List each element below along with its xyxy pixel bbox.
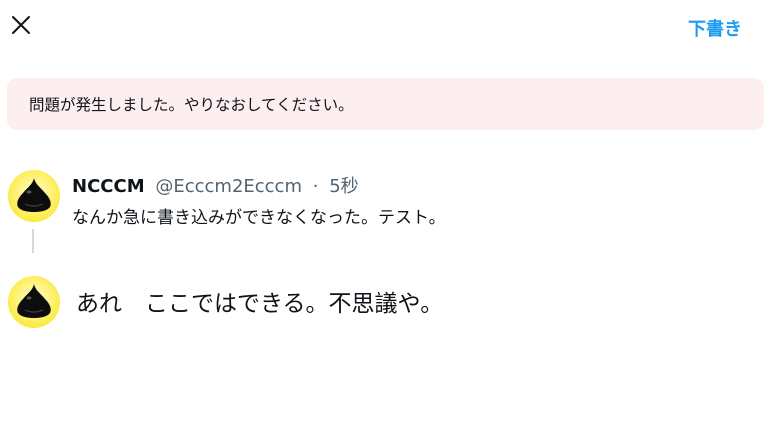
- compose-textarea[interactable]: あれ ここではできる。不思議や。: [76, 284, 443, 318]
- meta-separator: ·: [312, 176, 319, 197]
- display-name[interactable]: NCCCM: [72, 176, 145, 197]
- avatar[interactable]: [8, 170, 60, 222]
- handle[interactable]: @Ecccm2Ecccm: [155, 176, 302, 197]
- close-icon: [12, 16, 30, 34]
- slime-avatar-icon: [17, 178, 51, 212]
- close-button[interactable]: [6, 10, 36, 40]
- slime-avatar-icon: [17, 284, 51, 318]
- composer-avatar[interactable]: [8, 276, 60, 328]
- tweet-header: NCCCM @Ecccm2Ecccm · 5秒: [72, 172, 359, 198]
- tweet-text: なんか急に書き込みができなくなった。テスト。: [72, 208, 446, 228]
- error-message: 問題が発生しました。やりなおしてください。: [29, 96, 354, 114]
- tweet-time[interactable]: 5秒: [329, 176, 358, 197]
- thread-connector: [32, 229, 34, 253]
- compose-header: 下書き: [0, 0, 769, 56]
- drafts-button[interactable]: 下書き: [688, 15, 742, 41]
- error-banner: 問題が発生しました。やりなおしてください。: [7, 78, 764, 130]
